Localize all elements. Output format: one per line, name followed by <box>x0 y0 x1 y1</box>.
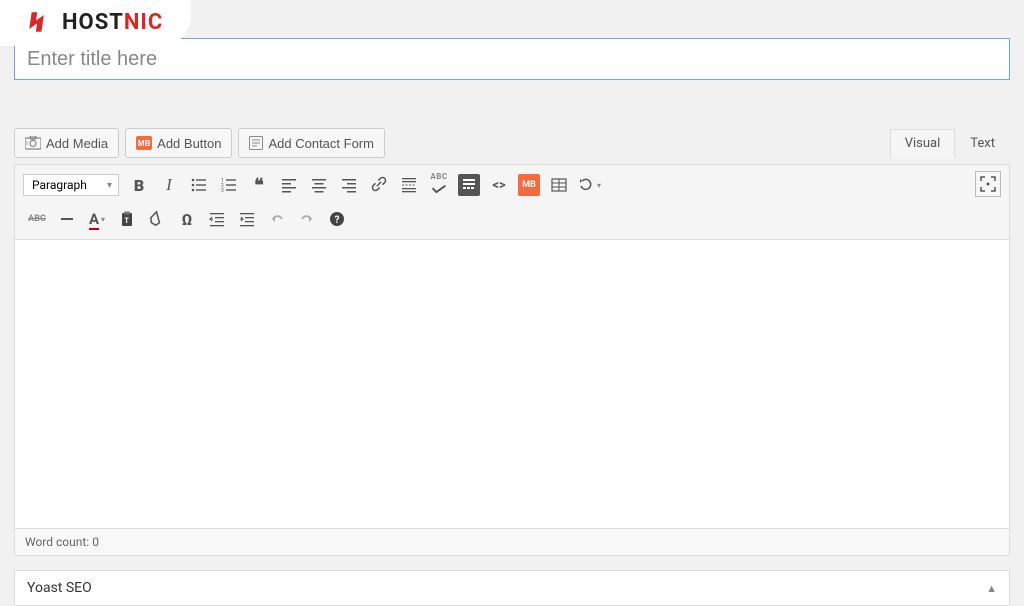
align-center-button[interactable] <box>305 171 333 199</box>
camera-icon <box>25 136 41 150</box>
link-button[interactable] <box>365 171 393 199</box>
format-value: Paragraph <box>32 178 87 192</box>
add-button-button[interactable]: MB Add Button <box>125 128 232 158</box>
svg-text:?: ? <box>335 215 340 226</box>
fullscreen-button[interactable] <box>975 171 1001 197</box>
add-media-button[interactable]: Add Media <box>14 128 119 158</box>
format-select[interactable]: Paragraph <box>23 174 119 196</box>
hr-button[interactable] <box>53 205 81 233</box>
add-media-label: Add Media <box>46 136 108 151</box>
svg-text:T: T <box>125 217 130 225</box>
outdent-button[interactable] <box>203 205 231 233</box>
strikethrough-button[interactable]: ABC <box>23 205 51 233</box>
number-list-button[interactable]: 123 <box>215 171 243 199</box>
word-count-bar: Word count: 0 <box>15 528 1009 555</box>
bullet-list-button[interactable] <box>185 171 213 199</box>
editor-container: Paragraph B I 123 ❝ ABC <> MB ▾ ABC <box>14 164 1010 556</box>
align-left-button[interactable] <box>275 171 303 199</box>
mb-toolbar-button[interactable]: MB <box>515 171 543 199</box>
italic-button[interactable]: I <box>155 171 183 199</box>
redo-button[interactable] <box>293 205 321 233</box>
paste-text-button[interactable]: T <box>113 205 141 233</box>
text-tab[interactable]: Text <box>955 129 1010 158</box>
special-char-button[interactable]: Ω <box>173 205 201 233</box>
add-button-label: Add Button <box>157 136 221 151</box>
read-more-button[interactable] <box>395 171 423 199</box>
spellcheck-button[interactable]: ABC <box>425 171 453 199</box>
editor-toolbar: Paragraph B I 123 ❝ ABC <> MB ▾ ABC <box>15 165 1009 240</box>
help-button[interactable]: ? <box>323 205 351 233</box>
svg-text:3: 3 <box>221 188 224 194</box>
blockquote-button[interactable]: ❝ <box>245 171 273 199</box>
hostnic-mark-icon <box>28 8 56 36</box>
visual-tab[interactable]: Visual <box>890 129 956 158</box>
indent-button[interactable] <box>233 205 261 233</box>
yoast-seo-panel[interactable]: Yoast SEO ▲ <box>14 570 1010 606</box>
toolbar-toggle-button[interactable] <box>455 171 483 199</box>
text-color-button[interactable]: A▾ <box>83 205 111 233</box>
add-contact-label: Add Contact Form <box>268 136 374 151</box>
yoast-title: Yoast SEO <box>27 580 92 596</box>
table-button[interactable] <box>545 171 573 199</box>
form-icon <box>249 136 263 150</box>
editor-content-area[interactable] <box>15 240 1009 528</box>
align-right-button[interactable] <box>335 171 363 199</box>
undo-button[interactable] <box>263 205 291 233</box>
refresh-button[interactable]: ▾ <box>575 171 603 199</box>
panel-collapse-icon[interactable]: ▲ <box>986 582 997 595</box>
mb-badge-icon: MB <box>136 136 152 150</box>
code-button[interactable]: <> <box>485 171 513 199</box>
bold-button[interactable]: B <box>125 171 153 199</box>
clear-formatting-button[interactable] <box>143 205 171 233</box>
add-contact-form-button[interactable]: Add Contact Form <box>238 128 385 158</box>
brand-logo: HOSTNIC <box>0 0 191 46</box>
brand-text: HOSTNIC <box>62 10 163 35</box>
